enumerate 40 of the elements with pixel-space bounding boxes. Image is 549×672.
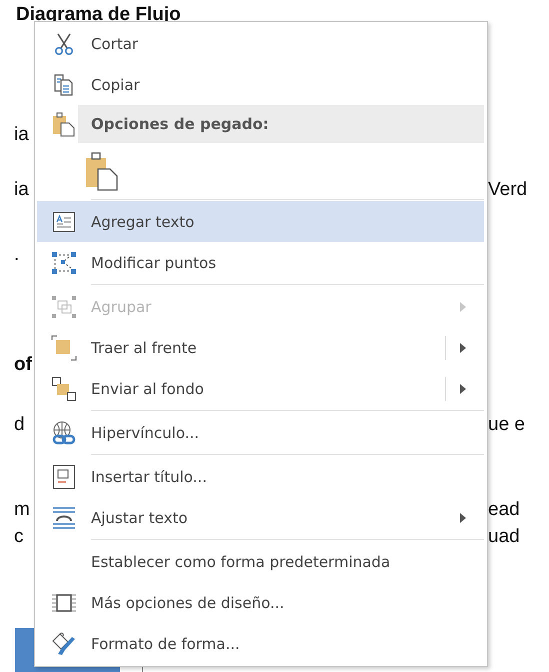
submenu-arrow-icon <box>460 384 466 394</box>
caption-icon <box>52 464 76 490</box>
submenu-arrow-icon <box>460 342 466 352</box>
document-text: c <box>14 525 24 549</box>
document-text: . <box>14 243 20 267</box>
submenu-arrow-icon <box>460 302 466 312</box>
menu-item[interactable]: Hipervínculo... <box>37 412 484 453</box>
menu-item[interactable]: Enviar al fondo <box>37 368 484 409</box>
document-text: ead <box>488 498 520 522</box>
menu-item[interactable]: Más opciones de diseño... <box>37 582 484 623</box>
bring-forward-icon <box>51 334 77 360</box>
document-text: d <box>14 413 25 437</box>
clipboard-icon <box>52 111 76 137</box>
wrap-text-icon <box>52 506 76 530</box>
send-backward-icon <box>51 376 77 402</box>
edit-points-icon <box>51 250 77 274</box>
document-text: of <box>14 353 32 377</box>
menu-item[interactable]: Formato de forma... <box>37 623 484 664</box>
section-header: Opciones de pegado: <box>78 105 484 143</box>
text-box-icon <box>52 210 76 232</box>
paint-brush-icon <box>51 630 77 656</box>
submenu-arrow-icon <box>460 512 466 522</box>
document-text: uad <box>488 525 520 549</box>
document-text: Verd <box>488 178 528 202</box>
menu-item[interactable]: Agregar texto <box>37 201 484 242</box>
menu-item[interactable]: Establecer como forma predeterminada <box>37 541 484 582</box>
scissors-icon <box>52 32 76 56</box>
menu-item[interactable]: Traer al frente <box>37 327 484 368</box>
document-text: m <box>14 498 30 522</box>
menu-item[interactable]: Ajustar texto <box>37 497 484 538</box>
menu-item[interactable]: Insertar título... <box>37 456 484 497</box>
clipboard-icon <box>85 150 119 190</box>
menu-item[interactable]: Modificar puntos <box>37 242 484 283</box>
paste-option[interactable] <box>85 150 119 190</box>
group-icon <box>51 294 77 318</box>
menu-item[interactable]: Copiar <box>37 64 484 105</box>
document-text: ia <box>14 123 29 147</box>
document-text: ue e <box>488 413 525 437</box>
globe-link-icon <box>51 420 77 446</box>
document-text: ia <box>14 178 29 202</box>
